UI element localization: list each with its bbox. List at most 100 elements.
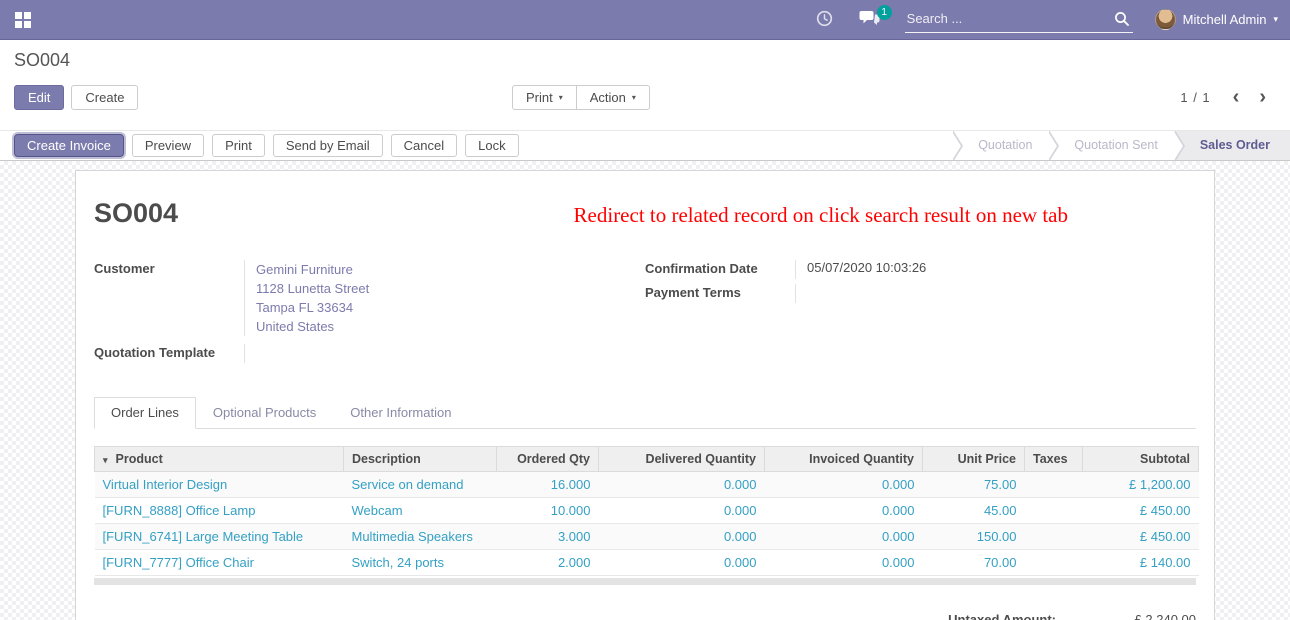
column-header-unit-price[interactable]: Unit Price	[923, 447, 1025, 472]
top-navbar: 1 Mitchell Admin ▾	[0, 0, 1290, 40]
cell-product: [FURN_7777] Office Chair	[95, 550, 344, 576]
statusbar-states: QuotationQuotation SentSales Order	[952, 131, 1290, 160]
table-row[interactable]: Virtual Interior DesignService on demand…	[95, 472, 1199, 498]
table-header: ▾ProductDescriptionOrdered QtyDelivered …	[95, 447, 1199, 472]
cell-unit-price: 75.00	[923, 472, 1025, 498]
chevron-down-icon: ▾	[559, 93, 563, 102]
statusbar-lock-button[interactable]: Lock	[465, 134, 518, 157]
clock-icon	[816, 10, 833, 30]
cell-description: Multimedia Speakers	[344, 524, 497, 550]
cell-product: [FURN_8888] Office Lamp	[95, 498, 344, 524]
tab-order-lines[interactable]: Order Lines	[94, 397, 196, 429]
statusbar-create-invoice-button[interactable]: Create Invoice	[14, 134, 124, 157]
cell-taxes	[1025, 524, 1083, 550]
action-dropdown-label: Action	[590, 90, 626, 105]
field-group-right: Confirmation Date 05/07/2020 10:03:26 Pa…	[645, 260, 1196, 368]
column-header-ordered-qty[interactable]: Ordered Qty	[497, 447, 599, 472]
confirmation-date-label: Confirmation Date	[645, 260, 795, 279]
customer-address-line: United States	[256, 317, 645, 336]
cell-invoiced-quantity: 0.000	[765, 524, 923, 550]
tab-optional-products[interactable]: Optional Products	[196, 397, 333, 429]
customer-link[interactable]: Gemini Furniture1128 Lunetta StreetTampa…	[244, 260, 645, 336]
order-lines-list: ▾ProductDescriptionOrdered QtyDelivered …	[94, 446, 1196, 585]
form-sheet: SO004 Redirect to related record on clic…	[75, 170, 1215, 620]
column-header-product[interactable]: ▾Product	[95, 447, 344, 472]
cell-delivered-quantity: 0.000	[599, 524, 765, 550]
cell-product: Virtual Interior Design	[95, 472, 344, 498]
cell-unit-price: 70.00	[923, 550, 1025, 576]
statusbar-print-button[interactable]: Print	[212, 134, 265, 157]
order-lines-table: ▾ProductDescriptionOrdered QtyDelivered …	[94, 446, 1199, 576]
column-header-subtotal[interactable]: Subtotal	[1083, 447, 1199, 472]
status-quotation-sent[interactable]: Quotation Sent	[1048, 131, 1173, 160]
column-header-delivered-quantity[interactable]: Delivered Quantity	[599, 447, 765, 472]
statusbar-send-by-email-button[interactable]: Send by Email	[273, 134, 383, 157]
column-header-invoiced-quantity[interactable]: Invoiced Quantity	[765, 447, 923, 472]
cell-subtotal: £ 450.00	[1083, 524, 1199, 550]
sheet-header: SO004 Redirect to related record on clic…	[94, 198, 1196, 229]
activities-button[interactable]	[803, 0, 846, 40]
user-name: Mitchell Admin	[1183, 12, 1267, 27]
user-menu[interactable]: Mitchell Admin ▾	[1149, 0, 1290, 40]
cell-invoiced-quantity: 0.000	[765, 472, 923, 498]
quotation-template-label: Quotation Template	[94, 344, 244, 363]
statusbar-cancel-button[interactable]: Cancel	[391, 134, 457, 157]
avatar	[1155, 9, 1176, 30]
control-panel-buttons-row: Edit Create Print▾ Action▾ 1 / 1 ‹ ›	[14, 82, 1276, 112]
untaxed-amount-value: £ 2,240.00	[1104, 612, 1196, 620]
messages-button[interactable]: 1	[846, 0, 893, 40]
cell-ordered-qty: 2.000	[497, 550, 599, 576]
control-panel: SO004 Edit Create Print▾ Action▾ 1 / 1 ‹…	[0, 40, 1290, 130]
cell-taxes	[1025, 498, 1083, 524]
search-input[interactable]	[905, 7, 1133, 33]
payment-terms-field: Payment Terms	[645, 284, 1196, 303]
print-dropdown-button[interactable]: Print▾	[512, 85, 577, 110]
annotation-note: Redirect to related record on click sear…	[574, 198, 1068, 228]
column-header-taxes[interactable]: Taxes	[1025, 447, 1083, 472]
quotation-template-value	[244, 344, 645, 363]
apps-menu-icon[interactable]	[0, 0, 46, 40]
tab-other-information[interactable]: Other Information	[333, 397, 468, 429]
statusbar: Create Invoice Preview Print Send by Email C…	[0, 130, 1290, 161]
field-groups: Customer Gemini Furniture1128 Lunetta St…	[94, 260, 1196, 368]
statusbar-preview-button[interactable]: Preview	[132, 134, 204, 157]
pager-previous-button[interactable]: ‹	[1223, 86, 1250, 108]
edit-button[interactable]: Edit	[14, 85, 64, 110]
pager-next-button[interactable]: ›	[1249, 86, 1276, 108]
cell-taxes	[1025, 472, 1083, 498]
magnifier-icon[interactable]	[1114, 11, 1130, 30]
pager-value: 1 / 1	[1180, 90, 1210, 105]
sort-caret-icon[interactable]: ▾	[103, 455, 108, 465]
notebook-tabs: Order LinesOptional ProductsOther Inform…	[94, 397, 1196, 429]
untaxed-amount-label: Untaxed Amount:	[948, 612, 1056, 620]
statusbar-buttons: Create Invoice Preview Print Send by Email C…	[14, 134, 519, 157]
cell-invoiced-quantity: 0.000	[765, 550, 923, 576]
customer-address-line: Tampa FL 33634	[256, 298, 645, 317]
payment-terms-label: Payment Terms	[645, 284, 795, 303]
table-row[interactable]: [FURN_6741] Large Meeting TableMultimedi…	[95, 524, 1199, 550]
record-title: SO004	[94, 198, 178, 229]
cell-description: Switch, 24 ports	[344, 550, 497, 576]
chevron-down-icon: ▾	[1273, 15, 1278, 24]
grid-icon	[15, 12, 31, 28]
quotation-template-field: Quotation Template	[94, 344, 645, 363]
table-row[interactable]: [FURN_8888] Office LampWebcam10.0000.000…	[95, 498, 1199, 524]
table-body: Virtual Interior DesignService on demand…	[95, 472, 1199, 576]
create-button[interactable]: Create	[71, 85, 138, 110]
table-row[interactable]: [FURN_7777] Office ChairSwitch, 24 ports…	[95, 550, 1199, 576]
global-search	[905, 7, 1133, 33]
field-group-left: Customer Gemini Furniture1128 Lunetta St…	[94, 260, 645, 368]
column-header-description[interactable]: Description	[344, 447, 497, 472]
customer-label: Customer	[94, 260, 244, 336]
cell-delivered-quantity: 0.000	[599, 472, 765, 498]
cell-unit-price: 45.00	[923, 498, 1025, 524]
cell-ordered-qty: 10.000	[497, 498, 599, 524]
table-footer-bar	[94, 578, 1196, 585]
status-sales-order[interactable]: Sales Order	[1174, 131, 1290, 160]
status-quotation[interactable]: Quotation	[952, 131, 1048, 160]
action-dropdowns: Print▾ Action▾	[512, 85, 650, 110]
action-dropdown-button[interactable]: Action▾	[576, 85, 650, 110]
cell-subtotal: £ 140.00	[1083, 550, 1199, 576]
pager: 1 / 1 ‹ ›	[1180, 86, 1276, 108]
cell-delivered-quantity: 0.000	[599, 498, 765, 524]
